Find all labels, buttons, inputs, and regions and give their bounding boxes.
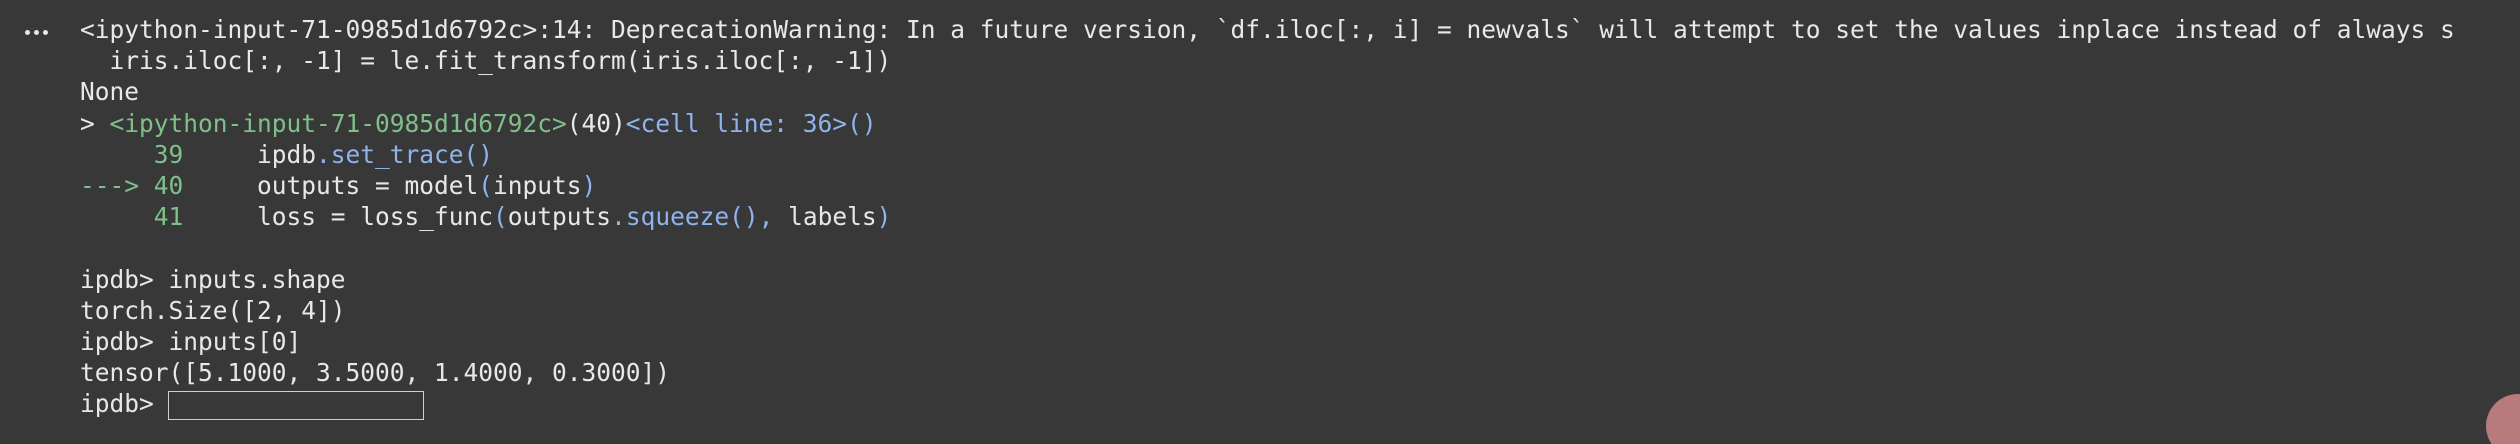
code-line-41: 41 loss = loss_func(outputs.squeeze(), l… xyxy=(80,201,2520,232)
code-text: ipdb xyxy=(183,139,317,169)
current-line-arrow: ---> 40 xyxy=(80,170,184,200)
ipdb-prompt-line: ipdb> xyxy=(80,388,2520,420)
history-line: torch.Size([2, 4]) xyxy=(80,295,346,325)
code-call: .set_trace() xyxy=(316,139,494,169)
code-paren-close: ) xyxy=(876,202,892,232)
debugger-location-line: > <ipython-input-71-0985d1d6792c>(40)<ce… xyxy=(80,108,2520,139)
code-arg: labels xyxy=(773,202,877,232)
history-line: ipdb> inputs.shape xyxy=(80,264,346,294)
history-line: ipdb> inputs[0] xyxy=(80,326,302,356)
debugger-console: <ipython-input-71-0985d1d6792c>:14: Depr… xyxy=(80,14,2520,420)
none-output-line: None xyxy=(80,77,140,107)
code-line-39: 39 ipdb.set_trace() xyxy=(80,139,2520,170)
code-arg: outputs xyxy=(507,202,612,232)
deprecation-warning-line: <ipython-input-71-0985d1d6792c>:14: Depr… xyxy=(80,15,2455,44)
location-lineno: (40) xyxy=(566,108,626,138)
more-horiz-icon[interactable] xyxy=(14,14,58,50)
code-text: outputs = model xyxy=(183,170,479,200)
code-paren-open: ( xyxy=(478,170,494,200)
code-paren-close: ) xyxy=(581,170,597,200)
location-prefix: > xyxy=(80,108,110,138)
code-paren-open: ( xyxy=(493,202,508,232)
code-line-number: 39 xyxy=(80,139,184,169)
location-cell: <cell line: 36> xyxy=(625,108,848,138)
code-method: .squeeze(), xyxy=(611,202,774,232)
ipdb-prompt: ipdb> xyxy=(80,389,154,419)
location-file: <ipython-input-71-0985d1d6792c> xyxy=(109,108,567,138)
stdin-input[interactable] xyxy=(167,390,424,420)
code-line-40-current: ---> 40 outputs = model(inputs) xyxy=(80,170,2520,201)
warning-source-line: iris.iloc[:, -1] = le.fit_transform(iris… xyxy=(80,46,892,76)
history-line: tensor([5.1000, 3.5000, 1.4000, 0.3000]) xyxy=(80,358,671,388)
code-arg: inputs xyxy=(493,170,582,200)
code-line-number: 41 xyxy=(80,202,184,232)
location-parens: () xyxy=(847,108,877,138)
cell-output-area: <ipython-input-71-0985d1d6792c>:14: Depr… xyxy=(0,0,2520,444)
code-text: loss = loss_func xyxy=(183,202,494,232)
